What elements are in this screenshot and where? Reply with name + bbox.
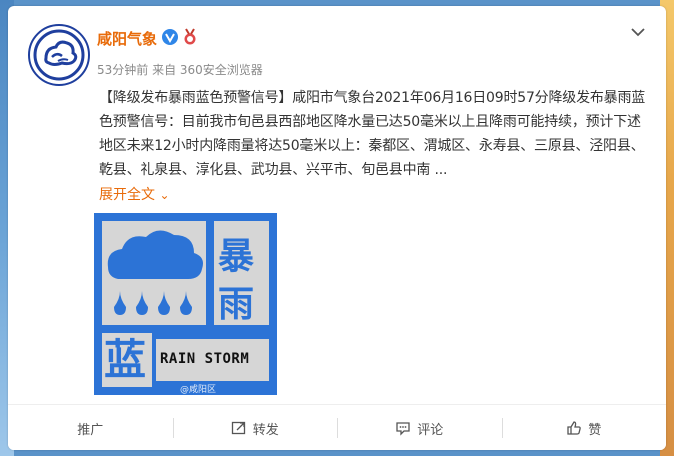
rainstorm-blue-warning-image[interactable]: 暴 雨 蓝 RAIN STORM	[94, 213, 277, 395]
medal-icon[interactable]	[181, 28, 199, 46]
like-icon	[567, 421, 582, 435]
like-label: 赞	[588, 422, 602, 438]
chevron-down-icon[interactable]	[630, 24, 646, 40]
warning-char-mid: 雨	[218, 284, 255, 325]
image-watermark: @咸阳区	[180, 385, 217, 395]
comment-label: 评论	[417, 422, 444, 438]
warning-char-bottom-panel: 蓝	[102, 333, 152, 387]
logo-icon	[33, 29, 85, 81]
repost-icon	[231, 421, 245, 435]
warning-english-label: RAIN STORM	[160, 351, 250, 367]
username[interactable]: 咸阳气象	[97, 28, 157, 49]
avatar[interactable]	[28, 24, 90, 86]
comment-button[interactable]: 评论	[337, 405, 502, 450]
comment-icon	[396, 422, 410, 436]
warning-char-top: 暴	[218, 236, 255, 277]
expand-full-text-link[interactable]: 展开全文 ⌄	[99, 184, 170, 204]
warning-english-panel: RAIN STORM	[156, 339, 269, 381]
rain-cloud-icon	[102, 221, 206, 325]
promote-button[interactable]: 推广	[8, 405, 173, 450]
warning-char-bottom: 蓝	[104, 335, 147, 384]
expand-arrow: ⌄	[159, 188, 170, 202]
repost-label: 转发	[252, 422, 279, 438]
post-action-bar: 推广 转发 评论 赞	[8, 404, 666, 450]
verified-icon	[162, 29, 178, 45]
expand-label: 展开全文	[99, 187, 155, 203]
post-text: 【降级发布暴雨蓝色预警信号】咸阳市气象台2021年06月16日09时57分降级发…	[99, 90, 646, 178]
post-meta: 53分钟前 来自 360安全浏览器	[97, 63, 263, 77]
repost-button[interactable]: 转发	[172, 405, 338, 450]
promote-label: 推广	[77, 422, 104, 438]
warning-char-panel: 暴 雨	[214, 221, 269, 325]
like-button[interactable]: 赞	[501, 405, 667, 450]
weibo-post-card: 咸阳气象 53分钟前 来自 360安全浏览器 【降级发布暴雨蓝色预警信号】咸阳市…	[8, 6, 666, 450]
